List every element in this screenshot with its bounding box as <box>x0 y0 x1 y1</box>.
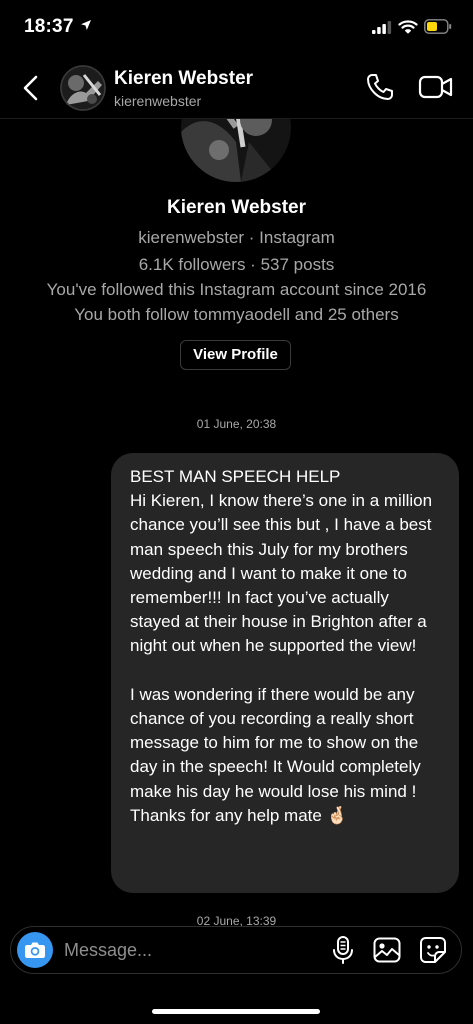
profile-stats: 6.1K followers · 537 posts <box>138 255 335 274</box>
status-bar: 18:37 <box>0 0 473 56</box>
battery-icon <box>424 19 452 34</box>
phone-icon <box>367 74 393 100</box>
microphone-icon <box>333 936 353 964</box>
message-input[interactable] <box>64 937 314 963</box>
profile-name: Kieren Webster <box>166 197 307 218</box>
chevron-left-icon <box>23 75 38 101</box>
image-icon <box>373 937 401 963</box>
status-time: 18:37 <box>24 16 74 37</box>
camera-button[interactable] <box>17 932 53 968</box>
header-username: kierenwebster <box>114 93 202 109</box>
followed-since: You've followed this Instagram account s… <box>46 280 427 299</box>
header-name[interactable]: Kieren Webster <box>114 68 253 90</box>
microphone-button[interactable] <box>331 935 355 965</box>
chat-header: Kieren Webster kierenwebster <box>0 56 473 119</box>
mutual-followers: You both follow tommyaodell and 25 other… <box>74 305 399 324</box>
sticker-button[interactable] <box>418 935 448 965</box>
avatar-photo <box>60 65 106 111</box>
home-indicator[interactable] <box>152 1009 320 1014</box>
profile-subtitle: kierenwebster · Instagram <box>138 228 335 247</box>
wifi-icon <box>398 20 418 34</box>
cellular-signal-icon <box>372 21 392 34</box>
message-timestamp: 01 June, 20:38 <box>196 417 277 431</box>
location-arrow-icon <box>81 20 91 30</box>
message-text: BEST MAN SPEECH HELP Hi Kieren, I know t… <box>130 467 433 825</box>
video-camera-icon <box>418 75 453 99</box>
back-button[interactable] <box>18 72 46 104</box>
sticker-icon <box>420 937 446 963</box>
call-button[interactable] <box>364 71 396 103</box>
gallery-button[interactable] <box>372 935 402 965</box>
header-avatar[interactable] <box>60 65 106 111</box>
view-profile-button[interactable]: View Profile <box>180 340 291 370</box>
message-bubble[interactable]: BEST MAN SPEECH HELP Hi Kieren, I know t… <box>111 453 459 893</box>
message-composer <box>10 926 462 974</box>
camera-icon <box>25 942 45 958</box>
video-call-button[interactable] <box>418 72 454 102</box>
